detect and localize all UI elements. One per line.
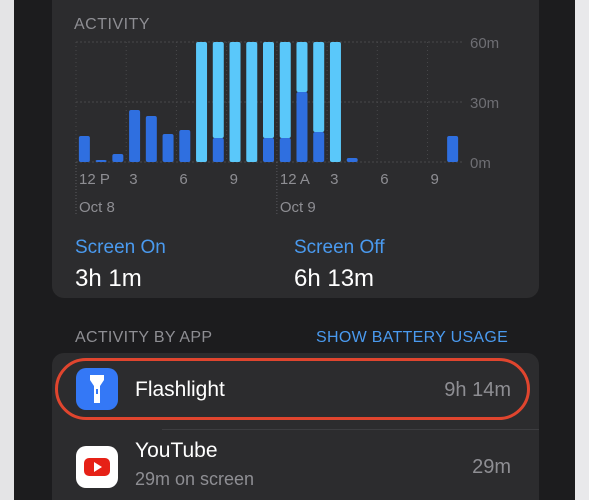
youtube-icon bbox=[76, 446, 118, 488]
chart-bar bbox=[296, 42, 308, 92]
chart-bar bbox=[447, 136, 459, 162]
chart-bar bbox=[145, 116, 157, 162]
chart-bar bbox=[313, 42, 325, 132]
x-tick-label: 9 bbox=[431, 171, 439, 188]
row-divider bbox=[162, 429, 539, 430]
chart-bar bbox=[129, 110, 141, 162]
screen-on-label: Screen On bbox=[75, 237, 166, 258]
date-label: Oct 9 bbox=[280, 199, 316, 216]
chart-bar bbox=[196, 42, 208, 162]
x-tick-label: 12 P bbox=[79, 171, 110, 188]
activity-by-app-header: ACTIVITY BY APP bbox=[75, 329, 213, 346]
chart-bar bbox=[313, 132, 325, 162]
chart-bar bbox=[279, 138, 291, 162]
y-tick-label: 60m bbox=[470, 35, 499, 52]
screen-on-value: 3h 1m bbox=[75, 265, 142, 292]
chart-bar bbox=[346, 158, 358, 162]
chart-bar bbox=[263, 138, 274, 162]
highlight-ring bbox=[55, 358, 530, 420]
chart-bar bbox=[179, 130, 191, 162]
app-name: YouTube bbox=[135, 439, 218, 462]
chart-bar bbox=[279, 42, 291, 138]
y-tick-label: 0m bbox=[470, 155, 491, 172]
x-tick-label: 3 bbox=[129, 171, 137, 188]
device-frame-left bbox=[0, 0, 14, 500]
chart-bar bbox=[112, 154, 124, 162]
device-frame-right bbox=[575, 0, 589, 500]
chart-bar bbox=[229, 42, 241, 162]
screen-off-value: 6h 13m bbox=[294, 265, 375, 292]
chart-bar bbox=[162, 134, 174, 162]
device-bezel-right bbox=[567, 0, 575, 500]
show-battery-usage-link[interactable]: SHOW BATTERY USAGE bbox=[316, 329, 508, 347]
chart-bar bbox=[246, 42, 258, 162]
screen-off-label: Screen Off bbox=[294, 237, 385, 258]
chart-bar bbox=[329, 42, 341, 162]
activity-chart: 60m 30m 0m 12 P 3 6 9 12 A 3 6 9 Oct 8 Oct 9 bbox=[75, 35, 499, 216]
chart-bar bbox=[95, 160, 107, 162]
y-tick-label: 30m bbox=[470, 95, 499, 112]
x-tick-label: 9 bbox=[230, 171, 238, 188]
app-subtitle: 29m on screen bbox=[135, 469, 255, 489]
chart-bar bbox=[212, 138, 224, 162]
app-time: 29m bbox=[472, 456, 511, 478]
chart-bar bbox=[78, 136, 90, 162]
device-bezel-left bbox=[14, 0, 24, 500]
chart-bar bbox=[296, 92, 308, 162]
chart-bar bbox=[212, 42, 224, 138]
x-tick-label: 6 bbox=[380, 171, 388, 188]
battery-screen: ACTIVITY 60m 30m 0m 12 P 3 6 9 12 A 3 6 9 Oct 8 Oct … bbox=[24, 0, 567, 500]
date-label: Oct 8 bbox=[79, 199, 115, 216]
x-tick-label: 12 A bbox=[280, 171, 310, 188]
x-tick-label: 6 bbox=[179, 171, 187, 188]
chart-bar bbox=[263, 42, 274, 138]
x-tick-label: 3 bbox=[330, 171, 338, 188]
